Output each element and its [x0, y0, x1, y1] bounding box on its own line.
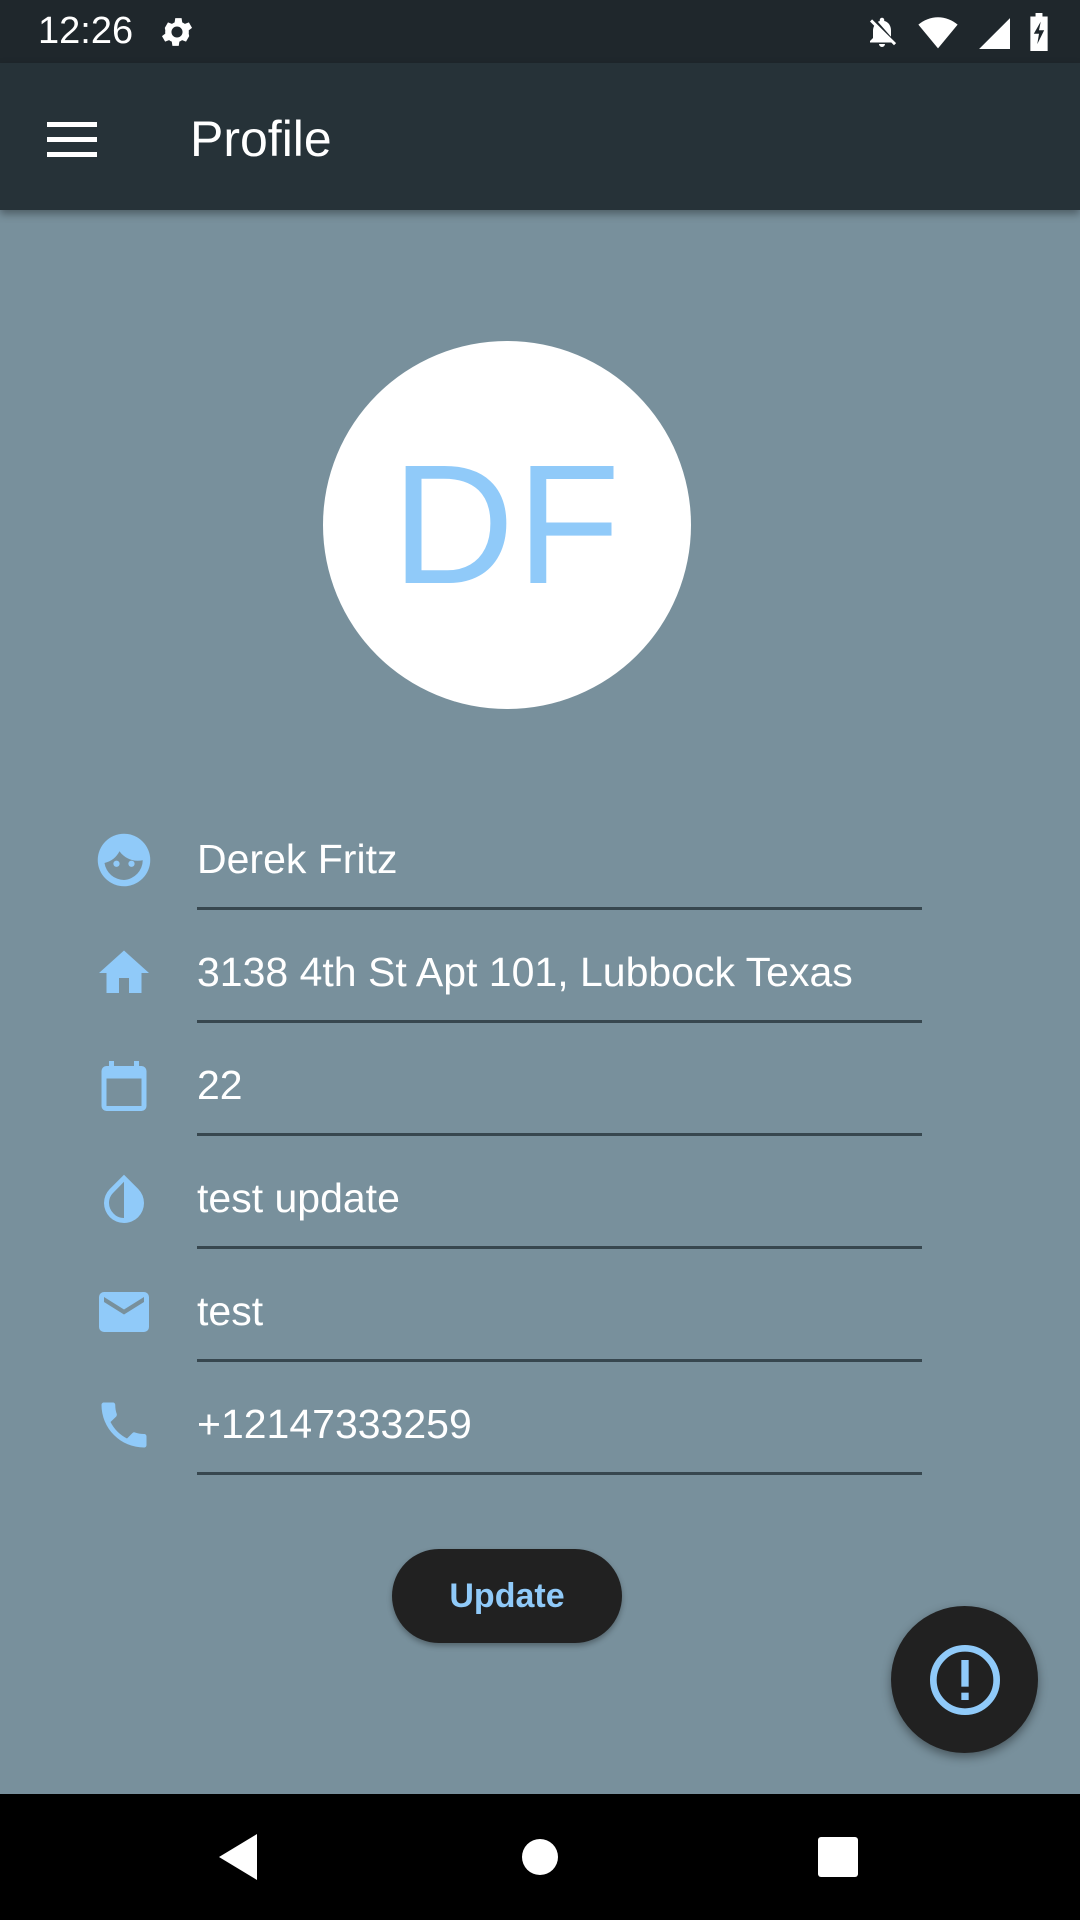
- avatar: DF: [323, 341, 691, 709]
- water-drop-icon: [104, 1174, 144, 1224]
- page-title: Profile: [190, 111, 332, 167]
- nav-recents-button[interactable]: [805, 1824, 871, 1890]
- address-underline: [197, 1020, 922, 1023]
- face-icon: [97, 833, 151, 887]
- wifi-icon: [918, 17, 958, 49]
- alert-icon: [929, 1644, 1000, 1715]
- status-time: 12:26: [38, 10, 134, 52]
- system-nav-bar: [0, 1794, 1080, 1920]
- update-button[interactable]: Update: [392, 1549, 622, 1643]
- address-field[interactable]: 3138 4th St Apt 101, Lubbock Texas: [0, 915, 1080, 1028]
- age-value: 22: [197, 1062, 243, 1108]
- address-value: 3138 4th St Apt 101, Lubbock Texas: [197, 949, 853, 995]
- battery-charging-icon: [1030, 13, 1048, 51]
- nav-back-button[interactable]: [206, 1824, 272, 1890]
- age-underline: [197, 1133, 922, 1136]
- phone-value: +12147333259: [197, 1401, 472, 1447]
- home-circle-icon: [522, 1839, 558, 1875]
- status-bar: 12:26: [0, 0, 1080, 63]
- back-icon: [219, 1834, 257, 1880]
- email-field[interactable]: test: [0, 1254, 1080, 1367]
- name-field[interactable]: Derek Fritz: [0, 802, 1080, 915]
- alert-fab-button[interactable]: [891, 1606, 1038, 1753]
- menu-icon: [47, 122, 97, 157]
- notifications-off-icon: [870, 17, 897, 47]
- calendar-icon: [101, 1061, 147, 1111]
- app-bar: Profile: [0, 63, 1080, 210]
- name-value: Derek Fritz: [197, 836, 398, 882]
- name-underline: [197, 907, 922, 910]
- blood-field[interactable]: test update: [0, 1141, 1080, 1254]
- email-underline: [197, 1359, 922, 1362]
- avatar-initials: DF: [391, 430, 623, 620]
- email-value: test: [197, 1288, 264, 1334]
- email-icon: [99, 1292, 149, 1332]
- signal-icon: [979, 18, 1010, 49]
- phone-icon: [101, 1402, 147, 1448]
- recents-square-icon: [818, 1837, 858, 1877]
- menu-button[interactable]: [36, 103, 108, 175]
- phone-underline: [197, 1472, 922, 1475]
- phone-field[interactable]: +12147333259: [0, 1367, 1080, 1480]
- blood-value: test update: [197, 1175, 400, 1221]
- blood-underline: [197, 1246, 922, 1249]
- home-icon: [99, 950, 149, 993]
- age-field[interactable]: 22: [0, 1028, 1080, 1141]
- settings-icon: [161, 18, 193, 46]
- nav-home-button[interactable]: [507, 1824, 573, 1890]
